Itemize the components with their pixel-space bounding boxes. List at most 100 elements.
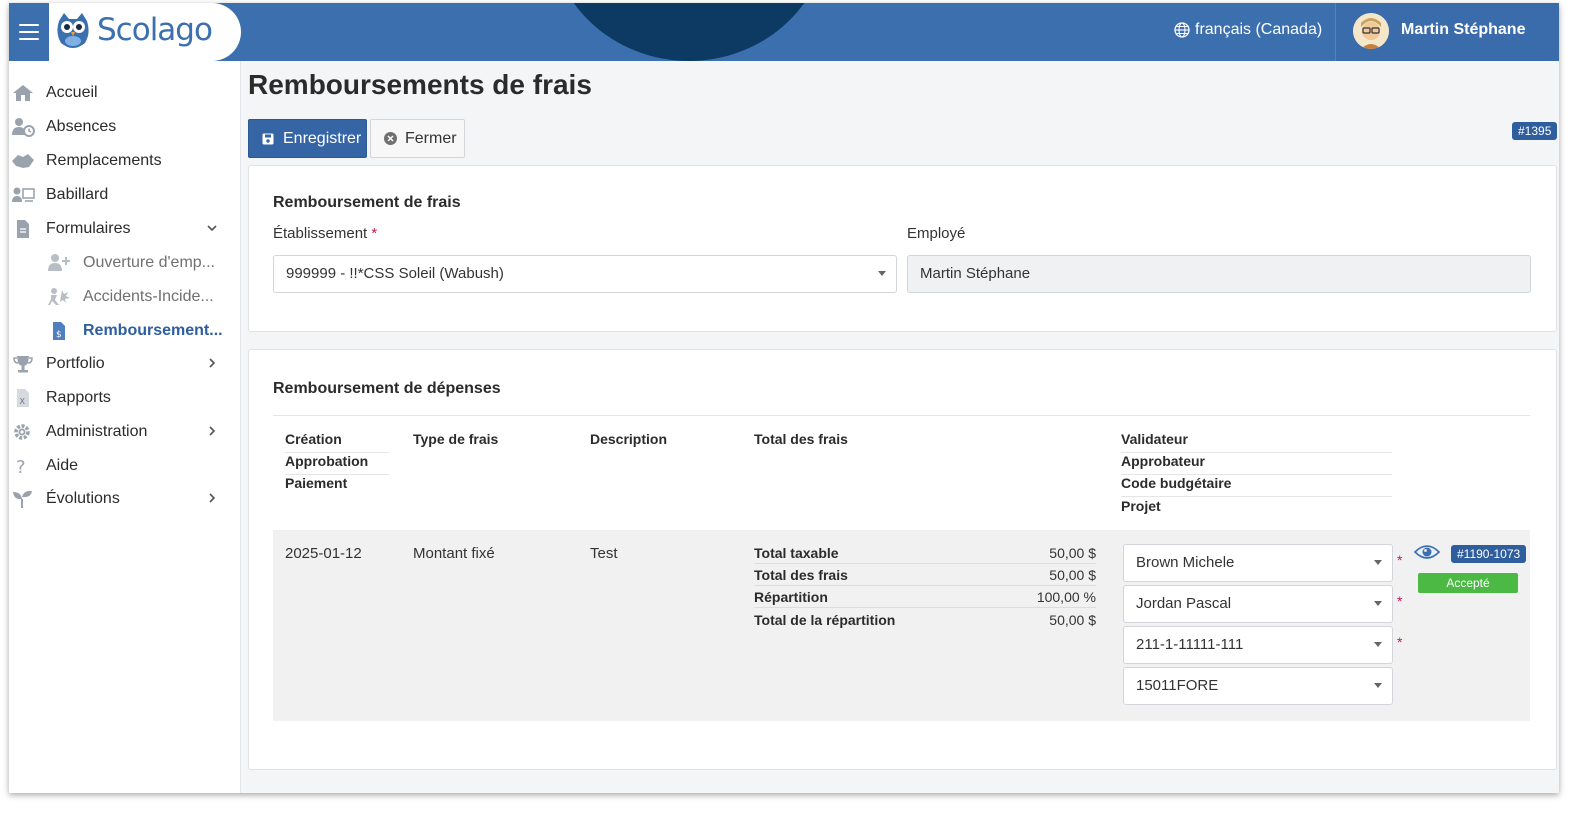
language-selector[interactable]: français (Canada) — [1174, 21, 1322, 39]
sidebar-item-label: Absences — [46, 118, 117, 135]
projet-select[interactable]: 15011FORE — [1123, 667, 1393, 705]
trophy-icon — [13, 356, 33, 373]
header-total: Total des frais — [742, 415, 1110, 531]
sidebar-item-administration[interactable]: Administration — [9, 417, 240, 447]
sidebar-item-accueil[interactable]: Accueil — [9, 78, 240, 108]
svg-text:X: X — [20, 397, 26, 406]
save-button[interactable]: Enregistrer — [248, 119, 367, 158]
menu-toggle-button[interactable] — [9, 3, 49, 61]
eye-icon[interactable] — [1414, 543, 1440, 561]
caret-down-icon — [1374, 683, 1382, 688]
header-validateur: Validateur — [1121, 431, 1188, 447]
hamburger-icon — [19, 24, 39, 40]
person-clock-icon — [12, 118, 35, 137]
sidebar-item-label: Ouverture d'emp... — [83, 254, 215, 271]
reimbursement-card: Remboursement de frais Établissement * 9… — [248, 165, 1557, 332]
chevron-right-icon — [209, 426, 216, 436]
employe-field: Martin Stéphane — [907, 255, 1531, 293]
logo-text: Scolago — [97, 12, 213, 48]
total-row: Répartition 100,00 % — [754, 586, 1096, 608]
header-projet: Projet — [1121, 498, 1161, 514]
required-mark: * — [1397, 593, 1403, 609]
logo-area: Scolago — [9, 3, 241, 61]
user-menu[interactable]: Martin Stéphane — [1335, 3, 1559, 61]
close-button-label: Fermer — [405, 129, 457, 147]
close-button[interactable]: Fermer — [370, 119, 465, 158]
etablissement-value: 999999 - !!*CSS Soleil (Wabush) — [286, 265, 504, 282]
owl-logo-icon — [57, 13, 89, 48]
approbateur-select[interactable]: Jordan Pascal — [1123, 585, 1393, 623]
sidebar-item-ouverture-emploi[interactable]: Ouverture d'emp... — [9, 248, 240, 278]
required-mark: * — [1397, 634, 1403, 650]
sidebar-item-babillard[interactable]: Babillard — [9, 180, 240, 210]
user-plus-icon — [48, 254, 70, 271]
question-icon: ? — [16, 457, 26, 476]
code-budgetaire-select[interactable]: 211-1-11111-111 — [1123, 626, 1393, 664]
sidebar-item-portfolio[interactable]: Portfolio — [9, 349, 240, 379]
handshake-icon — [12, 154, 34, 168]
header-approbateur: Approbateur — [1121, 453, 1205, 469]
header-creation: Création — [285, 431, 342, 447]
home-icon — [13, 85, 33, 101]
sidebar-item-formulaires[interactable]: Formulaires — [9, 214, 240, 244]
language-label: français (Canada) — [1195, 21, 1323, 38]
expenses-section-title: Remboursement de dépenses — [273, 380, 501, 397]
save-button-label: Enregistrer — [283, 129, 362, 147]
top-bar: Scolago français (Canada) Martin Stéphan… — [9, 3, 1559, 61]
sidebar-item-label: Aide — [46, 457, 79, 474]
sidebar-item-label: Administration — [46, 423, 148, 440]
sidebar-item-rapports[interactable]: X Rapports — [9, 383, 240, 413]
app-window: Scolago français (Canada) Martin Stéphan… — [9, 3, 1559, 793]
document-icon — [17, 220, 29, 238]
required-mark: * — [371, 225, 378, 242]
header-approbation: Approbation — [285, 453, 369, 469]
accident-icon — [48, 288, 70, 305]
sidebar-item-label: Remboursement... — [83, 322, 223, 339]
sprout-icon — [13, 490, 32, 508]
employe-label: Employé — [907, 225, 966, 242]
header-type: Type de frais — [401, 415, 579, 531]
etablissement-label: Établissement * — [273, 225, 378, 242]
sidebar-item-remboursement[interactable]: $ Remboursement... — [9, 316, 240, 346]
user-name: Martin Stéphane — [1401, 21, 1526, 38]
sidebar-item-label: Portfolio — [46, 355, 105, 372]
sidebar-item-label: Accidents-Incide... — [83, 288, 214, 305]
avatar — [1353, 13, 1389, 49]
header-decoration — [549, 3, 829, 61]
sidebar-item-evolutions[interactable]: Évolutions — [9, 484, 240, 514]
sidebar-item-accidents[interactable]: Accidents-Incide... — [9, 282, 240, 312]
sidebar-item-remplacements[interactable]: Remplacements — [9, 146, 240, 176]
validateur-select[interactable]: Brown Michele — [1123, 544, 1393, 582]
sidebar-item-label: Formulaires — [46, 220, 131, 237]
cell-date: 2025-01-12 — [273, 530, 402, 721]
status-badge: Accepté — [1418, 573, 1518, 593]
save-icon — [262, 133, 274, 144]
gear-icon — [14, 424, 30, 440]
close-icon — [384, 132, 397, 145]
globe-icon — [1174, 22, 1190, 38]
board-icon — [12, 187, 35, 202]
header-description: Description — [578, 415, 743, 531]
etablissement-select[interactable]: 999999 - !!*CSS Soleil (Wabush) — [273, 255, 897, 293]
user-divider — [1335, 3, 1336, 61]
required-mark: * — [1397, 552, 1403, 568]
total-row: Total des frais 50,00 $ — [754, 564, 1096, 586]
chevron-right-icon — [209, 493, 216, 503]
reference-tag: #1190-1073 — [1451, 545, 1527, 563]
header-code-budgetaire: Code budgétaire — [1121, 475, 1232, 491]
sidebar-item-aide[interactable]: ? Aide — [9, 451, 240, 481]
record-id-badge: #1395 — [1512, 122, 1558, 140]
sidebar-item-label: Accueil — [46, 84, 98, 101]
reimbursement-section-title: Remboursement de frais — [273, 194, 461, 211]
sidebar: Accueil Absences Remplacements Babillard… — [9, 61, 241, 793]
header-actions — [1404, 415, 1530, 531]
sidebar-item-label: Babillard — [46, 186, 109, 203]
sidebar-item-absences[interactable]: Absences — [9, 112, 240, 142]
caret-down-icon — [1374, 560, 1382, 565]
invoice-dollar-icon: $ — [53, 322, 65, 340]
excel-file-icon: X — [17, 389, 29, 407]
cell-description: Test — [578, 530, 743, 721]
sidebar-item-label: Remplacements — [46, 152, 162, 169]
header-people: Validateur Approbateur Code budgétaire P… — [1109, 415, 1405, 531]
page-title: Remboursements de frais — [248, 69, 592, 100]
